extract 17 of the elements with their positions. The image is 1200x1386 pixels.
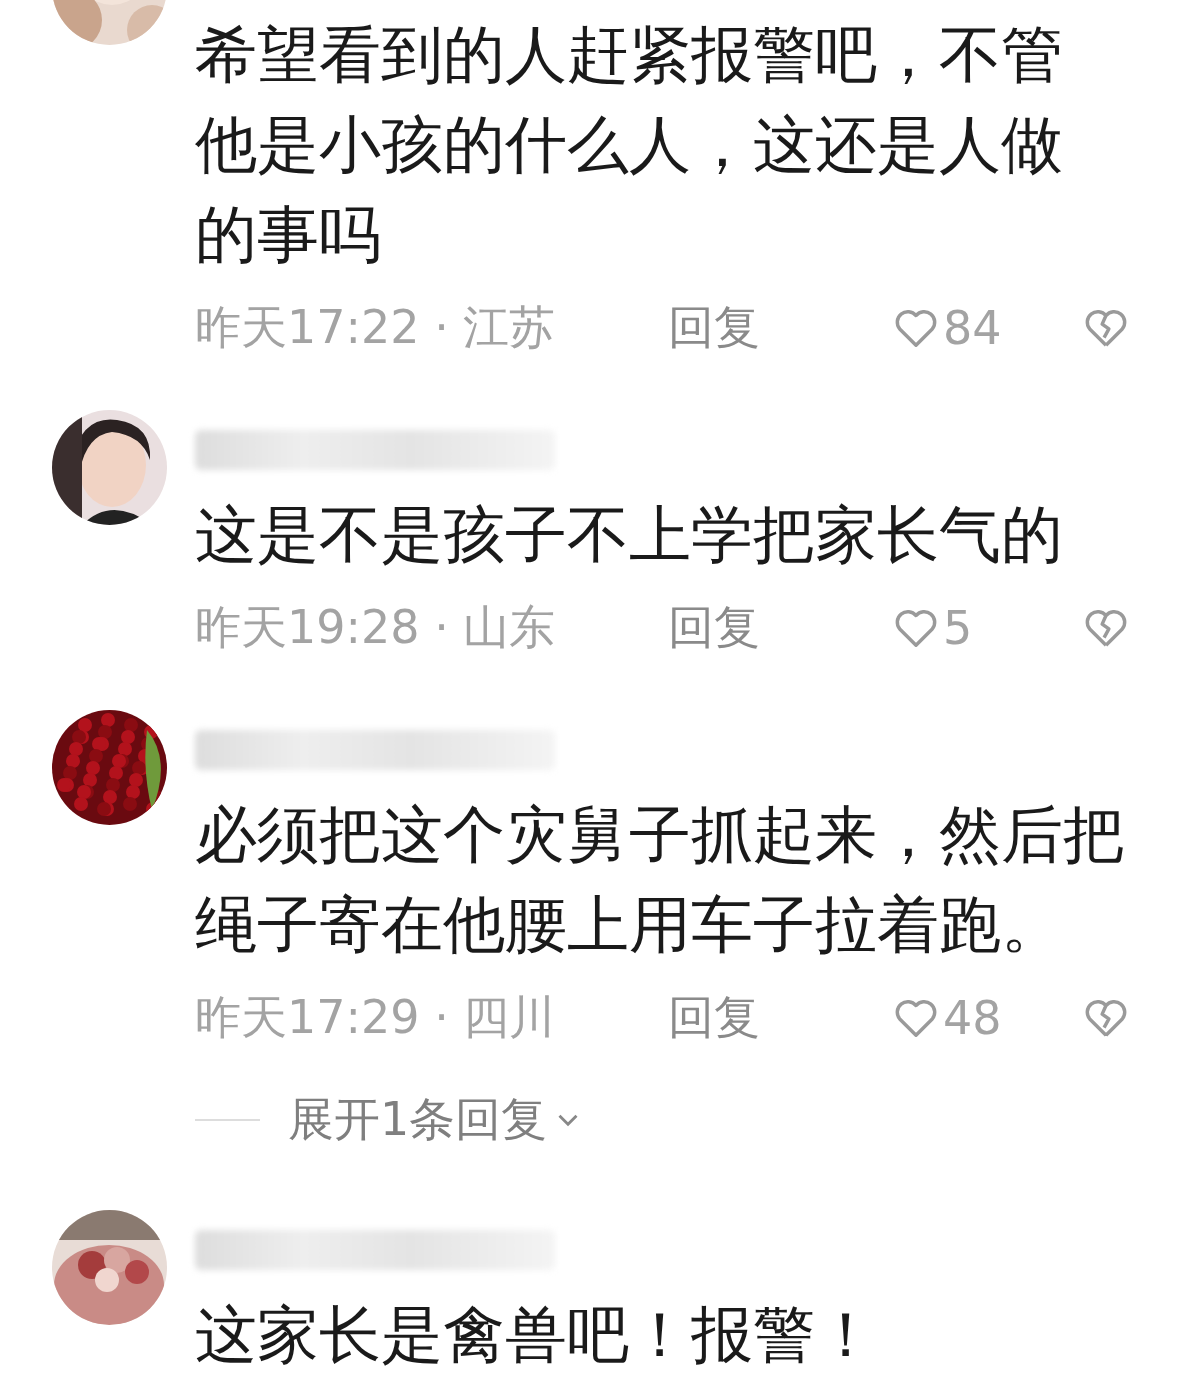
comment-text: 的事吗	[195, 197, 382, 273]
reply-link[interactable]: 回复	[668, 986, 893, 1049]
comment-text: 必须把这个灾舅子抓起来，然后把	[195, 797, 1126, 873]
like-count: 84	[943, 300, 1002, 355]
expand-replies-button[interactable]: 展开1条回复	[288, 1089, 586, 1151]
comment-text: 他是小孩的什么人，这还是人做	[195, 107, 1064, 183]
comment-text: 这家长是禽兽吧！报警！	[195, 1297, 878, 1373]
like-count: 5	[943, 600, 973, 655]
comment-text: 这是不是孩子不上学把家长气的	[195, 497, 1064, 573]
comment-text: 绳子寄在他腰上用车子拉着跑。	[195, 887, 1064, 963]
comment-time: 昨天17:29 · 四川	[195, 988, 557, 1046]
reply-link[interactable]: 回复	[668, 296, 893, 359]
comment-time: 昨天19:28 · 山东	[195, 598, 557, 656]
like-count: 48	[943, 990, 1002, 1045]
comment-time: 昨天17:22 · 江苏	[195, 298, 557, 356]
comment-text: 希望看到的人赶紧报警吧，不管	[195, 17, 1064, 93]
reply-link[interactable]: 回复	[668, 596, 893, 659]
